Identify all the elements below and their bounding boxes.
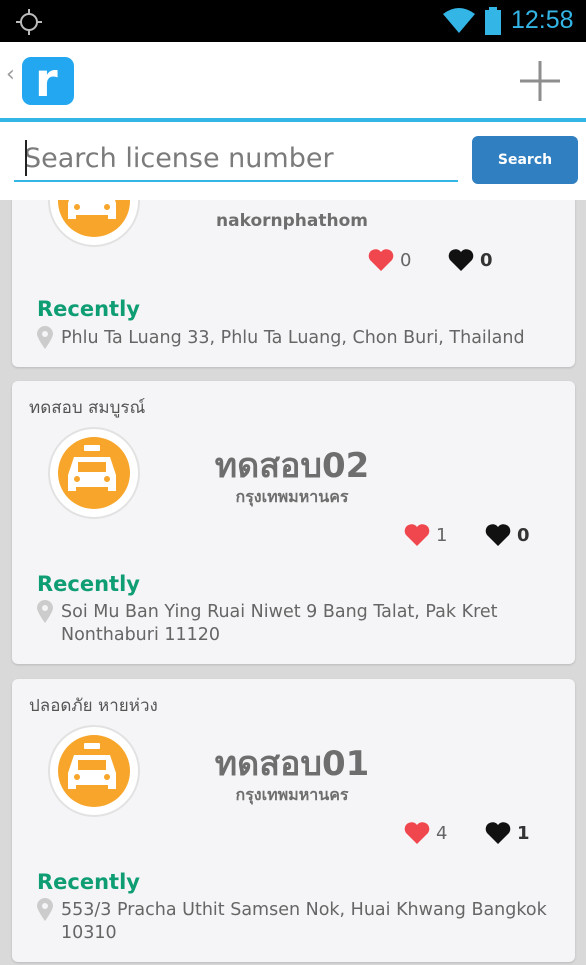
location-pin-icon: [37, 600, 53, 623]
search-input[interactable]: [14, 136, 458, 182]
like-counter[interactable]: 0: [368, 249, 411, 272]
province: กรุงเทพมหานคร: [235, 785, 349, 804]
owner-name: ทดสอบ สมบูรณ์: [29, 398, 146, 418]
recent-label: Recently: [37, 572, 140, 596]
taxi-icon: [68, 445, 116, 491]
status-bar: 12:58: [0, 0, 586, 42]
like-count: 1: [436, 525, 448, 546]
search-bar: Search: [0, 122, 586, 200]
province: กรุงเทพมหานคร: [235, 487, 349, 506]
heart-red-icon: [368, 249, 394, 271]
heart-black-icon: [448, 249, 474, 271]
location-pin-icon: [37, 326, 53, 349]
back-icon[interactable]: ‹: [6, 62, 15, 87]
heart-red-icon: [404, 822, 430, 844]
province: nakornphathom: [216, 211, 368, 231]
license-plate: ทดสอบ01: [214, 744, 370, 784]
battery-icon: [485, 7, 501, 35]
taxi-icon: [68, 743, 116, 789]
like-count: 4: [436, 823, 448, 844]
like-counter[interactable]: 1: [404, 524, 447, 547]
add-icon[interactable]: [518, 59, 562, 103]
license-plate: ทดสอบ02: [214, 446, 370, 486]
action-bar: ‹ r: [0, 42, 586, 122]
dislike-counter[interactable]: 1: [485, 822, 530, 845]
heart-red-icon: [404, 524, 430, 546]
gps-icon: [16, 9, 42, 35]
dislike-count: 1: [517, 823, 530, 844]
app-logo[interactable]: r: [22, 53, 74, 107]
location-pin-icon: [37, 898, 53, 921]
taxi-avatar: [48, 725, 140, 817]
recent-label: Recently: [37, 870, 140, 894]
dislike-count: 0: [480, 250, 493, 271]
heart-black-icon: [485, 822, 511, 844]
app-logo-letter: r: [35, 53, 58, 107]
like-counter[interactable]: 4: [404, 822, 447, 845]
clock: 12:58: [511, 6, 574, 34]
search-button[interactable]: Search: [472, 136, 578, 184]
wifi-icon: [443, 8, 475, 33]
dislike-count: 0: [517, 525, 530, 546]
recent-label: Recently: [37, 297, 140, 321]
address: Soi Mu Ban Ying Ruai Niwet 9 Bang Talat,…: [61, 602, 498, 645]
text-caret: [25, 140, 27, 176]
owner-name: ปลอดภัย หายห่วง: [29, 696, 158, 716]
address: 553/3 Pracha Uthit Samsen Nok, Huai Khwa…: [61, 900, 547, 943]
taxi-avatar: [48, 427, 140, 519]
heart-black-icon: [485, 524, 511, 546]
dislike-counter[interactable]: 0: [485, 524, 530, 547]
driver-card[interactable]: ทดสอบ สมบูรณ์ ทดสอบ02 กรุงเทพมหานคร 1 0 …: [12, 381, 575, 664]
like-count: 0: [400, 250, 412, 271]
address: Phlu Ta Luang 33, Phlu Ta Luang, Chon Bu…: [61, 328, 525, 348]
driver-card[interactable]: ปลอดภัย หายห่วง ทดสอบ01 กรุงเทพมหานคร 4 …: [12, 679, 575, 962]
dislike-counter[interactable]: 0: [448, 249, 493, 272]
